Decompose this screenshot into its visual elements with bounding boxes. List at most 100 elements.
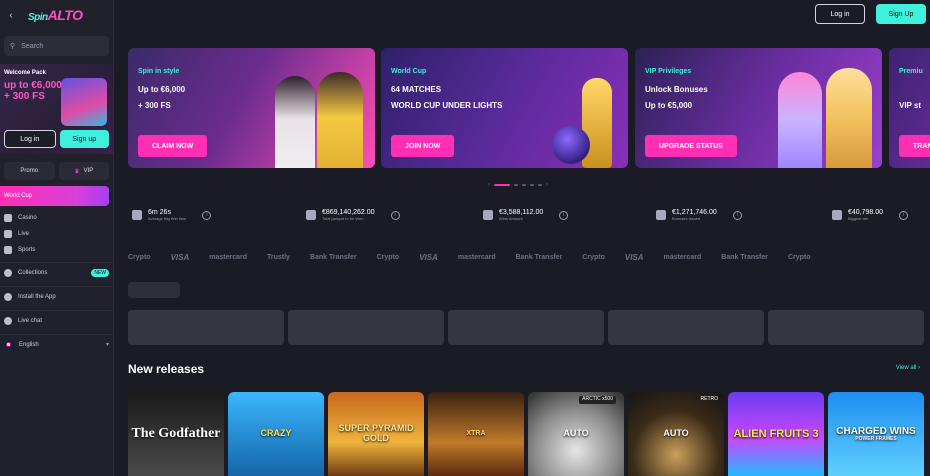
game-grid: The Godfather CRAZY SUPER PYRAMID GOLD X… bbox=[128, 392, 924, 476]
join-now-button[interactable]: JOIN NOW bbox=[391, 135, 455, 157]
stat-item: €3,588,112.00 Wins Amount i bbox=[483, 200, 569, 230]
search-placeholder: Search bbox=[21, 42, 44, 50]
carousel-dot[interactable] bbox=[538, 184, 542, 186]
ball-art bbox=[552, 126, 590, 164]
banner-line2: Up to €5,000 bbox=[645, 101, 693, 110]
sidebar-item-sports[interactable]: Sports bbox=[0, 242, 113, 258]
welcome-pack-card: Welcome Pack up to €6,000 + 300 FS Log i… bbox=[0, 64, 113, 154]
vip-tab[interactable]: ♛ VIP bbox=[58, 162, 109, 180]
banner-cta-partial[interactable]: TRAN bbox=[899, 135, 930, 157]
banner-line1: Unlock Bonuses bbox=[645, 85, 708, 94]
carousel-dot[interactable] bbox=[530, 184, 534, 186]
skeleton-card bbox=[608, 310, 764, 345]
sidebar-signup-button[interactable]: Sign up bbox=[59, 130, 109, 148]
install-label: Install the App bbox=[18, 293, 56, 300]
sidebar-item-live-chat[interactable]: Live chat bbox=[0, 310, 113, 330]
language-select[interactable]: English ▾ bbox=[0, 334, 113, 354]
banner-line2: + 300 FS bbox=[138, 101, 171, 110]
game-tile-xtra[interactable]: XTRA bbox=[428, 392, 524, 476]
collections-icon bbox=[4, 268, 12, 277]
payment-crypto: Crypto bbox=[582, 253, 605, 261]
next-arrow-icon[interactable]: › bbox=[546, 182, 548, 188]
new-releases-title: New releases bbox=[128, 362, 205, 376]
sidebar-login-button[interactable]: Log in bbox=[4, 130, 56, 148]
banner-line1: Up to €6,000 bbox=[138, 85, 186, 94]
banner-eyebrow: Spin in style bbox=[138, 68, 180, 75]
sidebar-top: ‹ SpinALTO bbox=[0, 0, 113, 30]
casino-label: Casino bbox=[18, 215, 37, 221]
info-icon[interactable]: i bbox=[390, 210, 400, 220]
promo-carousel: Spin in style Up to €6,000 + 300 FS CLAI… bbox=[128, 48, 930, 168]
carousel-dot[interactable] bbox=[514, 184, 518, 186]
info-icon[interactable]: i bbox=[899, 210, 909, 220]
stat-item: €869,140,262.00 Total jackpot to be Won i bbox=[306, 200, 400, 230]
statue-art-right bbox=[826, 68, 872, 168]
welcome-title: Welcome Pack bbox=[4, 70, 46, 76]
sidebar-item-collections[interactable]: Collections NEW bbox=[0, 262, 113, 282]
promo-tab[interactable]: Promo bbox=[4, 162, 55, 180]
game-tile-charged-wins[interactable]: CHARGED WINS POWER FRAMES bbox=[828, 392, 924, 476]
crown-icon bbox=[306, 210, 316, 220]
sidebar-item-world-cup[interactable]: World Cup bbox=[0, 186, 109, 206]
game-tile-super-pyramid[interactable]: SUPER PYRAMID GOLD bbox=[328, 392, 424, 476]
logo[interactable]: SpinALTO bbox=[28, 7, 83, 23]
skeleton-card bbox=[128, 310, 284, 345]
banner-vip-privileges[interactable]: VIP Privileges Unlock Bonuses Up to €5,0… bbox=[635, 48, 882, 168]
payment-trustly: Trustly bbox=[266, 253, 290, 261]
banner-spin-in-style[interactable]: Spin in style Up to €6,000 + 300 FS CLAI… bbox=[128, 48, 375, 168]
logo-alto: ALTO bbox=[47, 7, 83, 23]
info-icon[interactable]: i bbox=[732, 210, 742, 220]
game-title: AUTO bbox=[563, 428, 589, 439]
banner-world-cup[interactable]: World Cup 64 MATCHES WORLD CUP UNDER LIG… bbox=[381, 48, 628, 168]
collapse-icon[interactable]: ‹ bbox=[4, 6, 18, 24]
payment-bank: Bank Transfer bbox=[309, 253, 357, 261]
stat-label: Bonuses issued bbox=[672, 216, 701, 221]
game-tile-alien-fruits[interactable]: ALIEN FRUITS 3 bbox=[728, 392, 824, 476]
game-tile-auto-roulette-retro[interactable]: RETRO AUTO bbox=[628, 392, 724, 476]
payment-mastercard: mastercard bbox=[457, 253, 496, 261]
stat-label: Average Big Win time bbox=[148, 216, 187, 221]
search-input[interactable]: ⚲ Search bbox=[4, 36, 109, 56]
payment-visa: VISA bbox=[419, 252, 438, 262]
info-icon[interactable]: i bbox=[559, 210, 569, 220]
sidebar-item-live[interactable]: Live bbox=[0, 226, 113, 242]
info-icon[interactable]: i bbox=[202, 210, 212, 220]
claim-now-button[interactable]: CLAIM NOW bbox=[138, 135, 208, 157]
game-tile-auto-roulette-arctic[interactable]: ARCTIC x500 AUTO bbox=[528, 392, 624, 476]
banner-line1: 64 MATCHES bbox=[391, 85, 442, 94]
game-title: The Godfather bbox=[131, 426, 221, 442]
lightning-icon bbox=[132, 210, 142, 220]
stat-label: Biggest win bbox=[848, 216, 869, 221]
login-button[interactable]: Log in bbox=[815, 4, 865, 24]
signup-button[interactable]: Sign Up bbox=[876, 4, 926, 24]
upgrade-status-button[interactable]: UPGRADE STATUS bbox=[645, 135, 737, 157]
carousel-pagination: ‹ › bbox=[488, 182, 548, 188]
carousel-dot[interactable] bbox=[522, 184, 526, 186]
wallet-icon bbox=[483, 210, 493, 220]
sidebar-item-install-app[interactable]: Install the App bbox=[0, 286, 113, 306]
chat-icon bbox=[4, 316, 12, 325]
stat-item: €1,271,746.00 Bonuses issued i bbox=[656, 200, 742, 230]
skeleton-card bbox=[288, 310, 444, 345]
view-all-link[interactable]: View all › bbox=[896, 365, 920, 371]
stat-value: €869,140,262.00 bbox=[322, 209, 375, 216]
payment-bank: Bank Transfer bbox=[721, 253, 768, 261]
skeleton-card bbox=[768, 310, 924, 345]
game-tile-crazy[interactable]: CRAZY bbox=[228, 392, 324, 476]
logo-spin: Spin bbox=[28, 12, 48, 23]
game-tile-godfather[interactable]: The Godfather bbox=[128, 392, 224, 476]
crown-icon: ♛ bbox=[74, 168, 80, 175]
game-title: AUTO bbox=[663, 428, 689, 439]
banner-premium-partial[interactable]: Premiu VIP st TRAN bbox=[889, 48, 930, 168]
language-label: English bbox=[19, 341, 39, 348]
woman-figure-art bbox=[275, 76, 315, 168]
statue-art-left bbox=[778, 72, 822, 168]
game-tag: ARCTIC x500 bbox=[579, 396, 616, 404]
banner-line2: VIP st bbox=[899, 101, 922, 110]
banner-eyebrow: VIP Privileges bbox=[645, 68, 692, 75]
sidebar-item-casino[interactable]: Casino bbox=[0, 210, 113, 226]
skeleton-card bbox=[448, 310, 604, 345]
carousel-dot[interactable] bbox=[494, 184, 510, 186]
prev-arrow-icon[interactable]: ‹ bbox=[488, 182, 490, 188]
stat-item: €40,798.00 Biggest win i bbox=[832, 200, 909, 230]
